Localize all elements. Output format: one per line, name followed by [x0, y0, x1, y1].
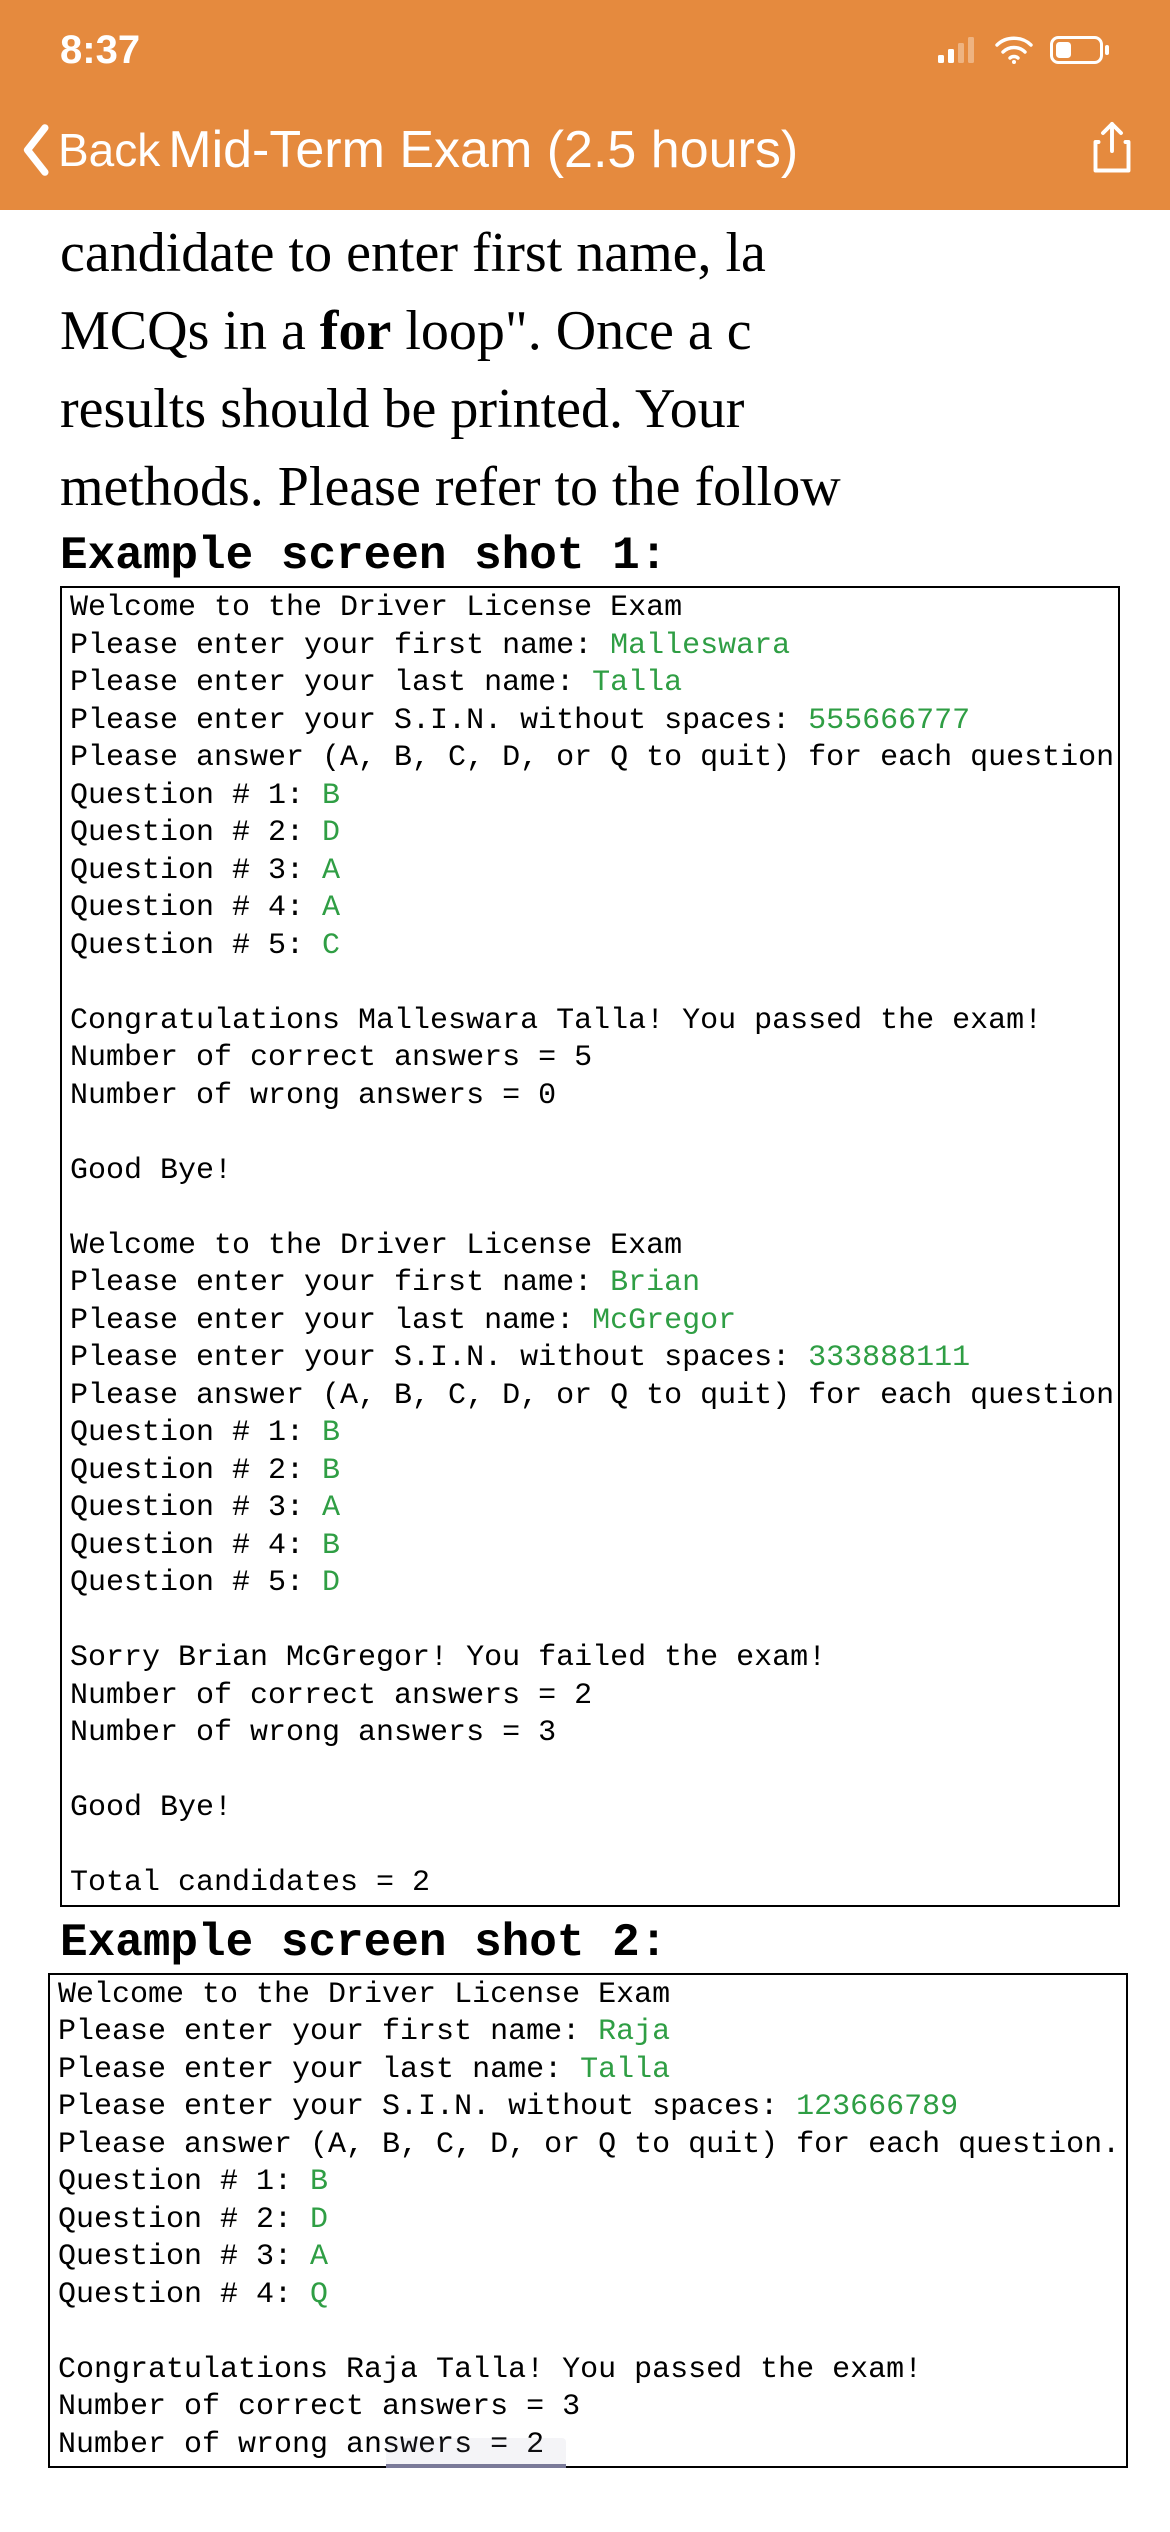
back-button[interactable]: Back: [20, 123, 160, 177]
text-selection-indicator[interactable]: [386, 2438, 566, 2468]
body-line: methods. Please refer to the follow: [60, 452, 1120, 522]
status-icons: [938, 34, 1110, 66]
signal-icon: [938, 34, 978, 66]
chevron-left-icon: [20, 123, 54, 177]
status-time: 8:37: [60, 28, 140, 73]
share-icon: [1088, 121, 1136, 175]
document-content[interactable]: candidate to enter first name, la MCQs i…: [0, 218, 1170, 2468]
body-line: results should be printed. Your: [60, 374, 1120, 444]
body-line: candidate to enter first name, la: [60, 218, 1120, 288]
section-heading: Example screen shot 1:: [60, 530, 1120, 582]
console-output-1: Welcome to the Driver License Exam Pleas…: [60, 586, 1120, 1907]
wifi-icon: [994, 34, 1034, 66]
nav-title: Mid-Term Exam (2.5 hours): [160, 120, 1074, 180]
back-label: Back: [58, 123, 160, 177]
console-output-2: Welcome to the Driver License Exam Pleas…: [48, 1973, 1128, 2469]
nav-bar: Back Mid-Term Exam (2.5 hours): [0, 100, 1170, 210]
section-heading: Example screen shot 2:: [60, 1917, 1120, 1969]
battery-icon: [1050, 34, 1110, 66]
body-line: MCQs in a for loop". Once a c: [60, 296, 1120, 366]
status-bar: 8:37: [0, 0, 1170, 100]
share-button[interactable]: [1074, 121, 1150, 180]
